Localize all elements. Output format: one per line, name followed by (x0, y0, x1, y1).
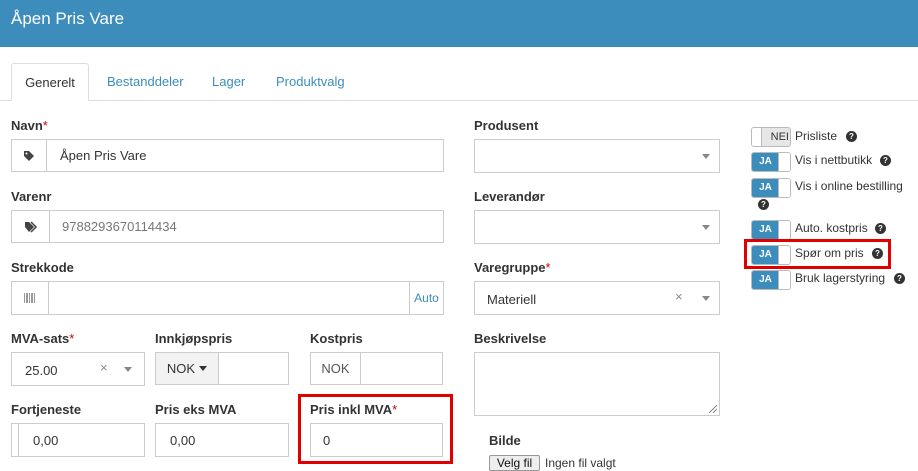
app-header (0, 0, 918, 47)
help-icon[interactable]: ? (846, 131, 857, 142)
file-status: Ingen fil valgt (545, 456, 616, 470)
mva-label: MVA-sats* (11, 331, 75, 346)
help-icon[interactable]: ? (875, 223, 886, 234)
toggle-spor-om-pris[interactable]: JA (751, 245, 791, 265)
kostpris-input[interactable] (360, 352, 443, 385)
toggle-knob (778, 221, 790, 239)
varenr-value: 9788293670114434 (62, 219, 177, 234)
navn-value: Åpen Pris Vare (60, 148, 147, 163)
pris-inkl-value: 0 (323, 433, 331, 448)
help-icon[interactable]: ? (872, 248, 883, 259)
bilde-label: Bilde (489, 433, 521, 448)
kostpris-label: Kostpris (310, 331, 363, 346)
beskrivelse-textarea[interactable] (474, 352, 720, 416)
varegruppe-clear-icon[interactable]: × (675, 289, 683, 304)
toggle-prisliste[interactable]: NEI (751, 127, 791, 147)
toggle-knob (778, 179, 790, 197)
toggle-vis-nettbutikk[interactable]: JA (751, 152, 791, 172)
pris-inkl-input[interactable]: 0 (310, 423, 443, 457)
navn-addon (11, 139, 47, 172)
tab-lager[interactable]: Lager (196, 63, 261, 101)
varegruppe-label: Varegruppe* (474, 260, 551, 275)
toggle-vis-online-bestilling[interactable]: JA (751, 178, 791, 198)
mva-clear-icon[interactable]: × (100, 360, 108, 375)
beskrivelse-label: Beskrivelse (474, 331, 547, 346)
chevron-down-icon (702, 225, 710, 230)
innkjopspris-label: Innkjøpspris (155, 331, 233, 346)
pris-eks-value: 0,00 (170, 433, 196, 448)
fortjeneste-input[interactable]: 0,00 (18, 423, 145, 457)
navn-label: Navn* (11, 118, 48, 133)
tags-icon (24, 220, 37, 233)
help-icon[interactable]: ? (880, 155, 891, 166)
strekkode-input[interactable] (48, 281, 410, 315)
produsent-label: Produsent (474, 118, 539, 133)
toggle-state: JA (752, 153, 779, 171)
toggle-label-bruk-lagerstyring: Bruk lagerstyring (795, 271, 886, 285)
varenr-label: Varenr (11, 189, 52, 204)
mva-select[interactable]: 25.00 × (11, 352, 145, 386)
toggle-auto-kostpris[interactable]: JA (751, 220, 791, 240)
auto-barcode-button[interactable]: Auto (409, 281, 444, 315)
leverandor-label: Leverandør (474, 189, 545, 204)
innkjopspris-input[interactable] (218, 352, 289, 385)
page-title: Åpen Pris Vare (11, 9, 125, 28)
caret-down-icon (199, 366, 208, 371)
tag-icon (24, 150, 34, 161)
toggle-state: JA (752, 221, 779, 239)
chevron-down-icon (702, 154, 710, 159)
strekkode-label: Strekkode (11, 260, 74, 275)
toggle-knob (778, 246, 790, 264)
chevron-down-icon[interactable] (702, 296, 710, 301)
fortjeneste-label: Fortjeneste (11, 402, 82, 417)
kostpris-currency: NOK (310, 352, 361, 385)
tab-bestanddeler[interactable]: Bestanddeler (91, 63, 200, 101)
pris-eks-input[interactable]: 0,00 (155, 423, 289, 457)
navn-input[interactable]: Åpen Pris Vare (46, 139, 444, 172)
barcode-icon (24, 293, 35, 303)
leverandor-select[interactable] (474, 210, 720, 244)
toggle-state: JA (752, 271, 779, 289)
help-icon[interactable]: ? (894, 273, 905, 284)
varenr-addon (11, 210, 50, 243)
toggle-label-vis-online-bestilling: Vis i online bestilling (795, 179, 903, 193)
produsent-select[interactable] (474, 139, 720, 173)
resize-handle-icon[interactable] (709, 405, 717, 413)
toggle-state: JA (752, 179, 779, 197)
currency-label: NOK (166, 361, 196, 376)
tab-generelt[interactable]: Generelt (11, 63, 89, 101)
strekkode-addon (11, 281, 49, 315)
varegruppe-select[interactable]: Materiell × (474, 281, 720, 315)
toggle-bruk-lagerstyring[interactable]: JA (751, 270, 791, 290)
tab-produktvalg[interactable]: Produktvalg (260, 63, 361, 101)
toggle-knob (778, 153, 790, 171)
help-icon[interactable]: ? (758, 199, 769, 210)
varegruppe-value: Materiell (487, 292, 537, 307)
toggle-state: JA (752, 246, 779, 264)
choose-file-button[interactable]: Velg fil (489, 455, 540, 471)
fortjeneste-value: 0,00 (33, 433, 59, 448)
pris-eks-label: Pris eks MVA (155, 402, 237, 417)
pris-inkl-label: Pris inkl MVA* (310, 402, 398, 417)
toggle-knob (778, 271, 790, 289)
toggle-label-spor-om-pris: Spør om pris (795, 246, 864, 260)
toggle-knob (752, 128, 762, 146)
toggle-label-prisliste: Prisliste (795, 129, 838, 143)
mva-value: 25.00 (25, 363, 58, 378)
toggle-label-vis-nettbutikk: Vis i nettbutikk (795, 153, 873, 167)
varenr-input[interactable]: 9788293670114434 (49, 210, 444, 243)
toggle-label-auto-kostpris: Auto. kostpris (795, 221, 868, 235)
currency-dropdown-button[interactable]: NOK (155, 352, 219, 385)
chevron-down-icon[interactable] (124, 367, 132, 372)
